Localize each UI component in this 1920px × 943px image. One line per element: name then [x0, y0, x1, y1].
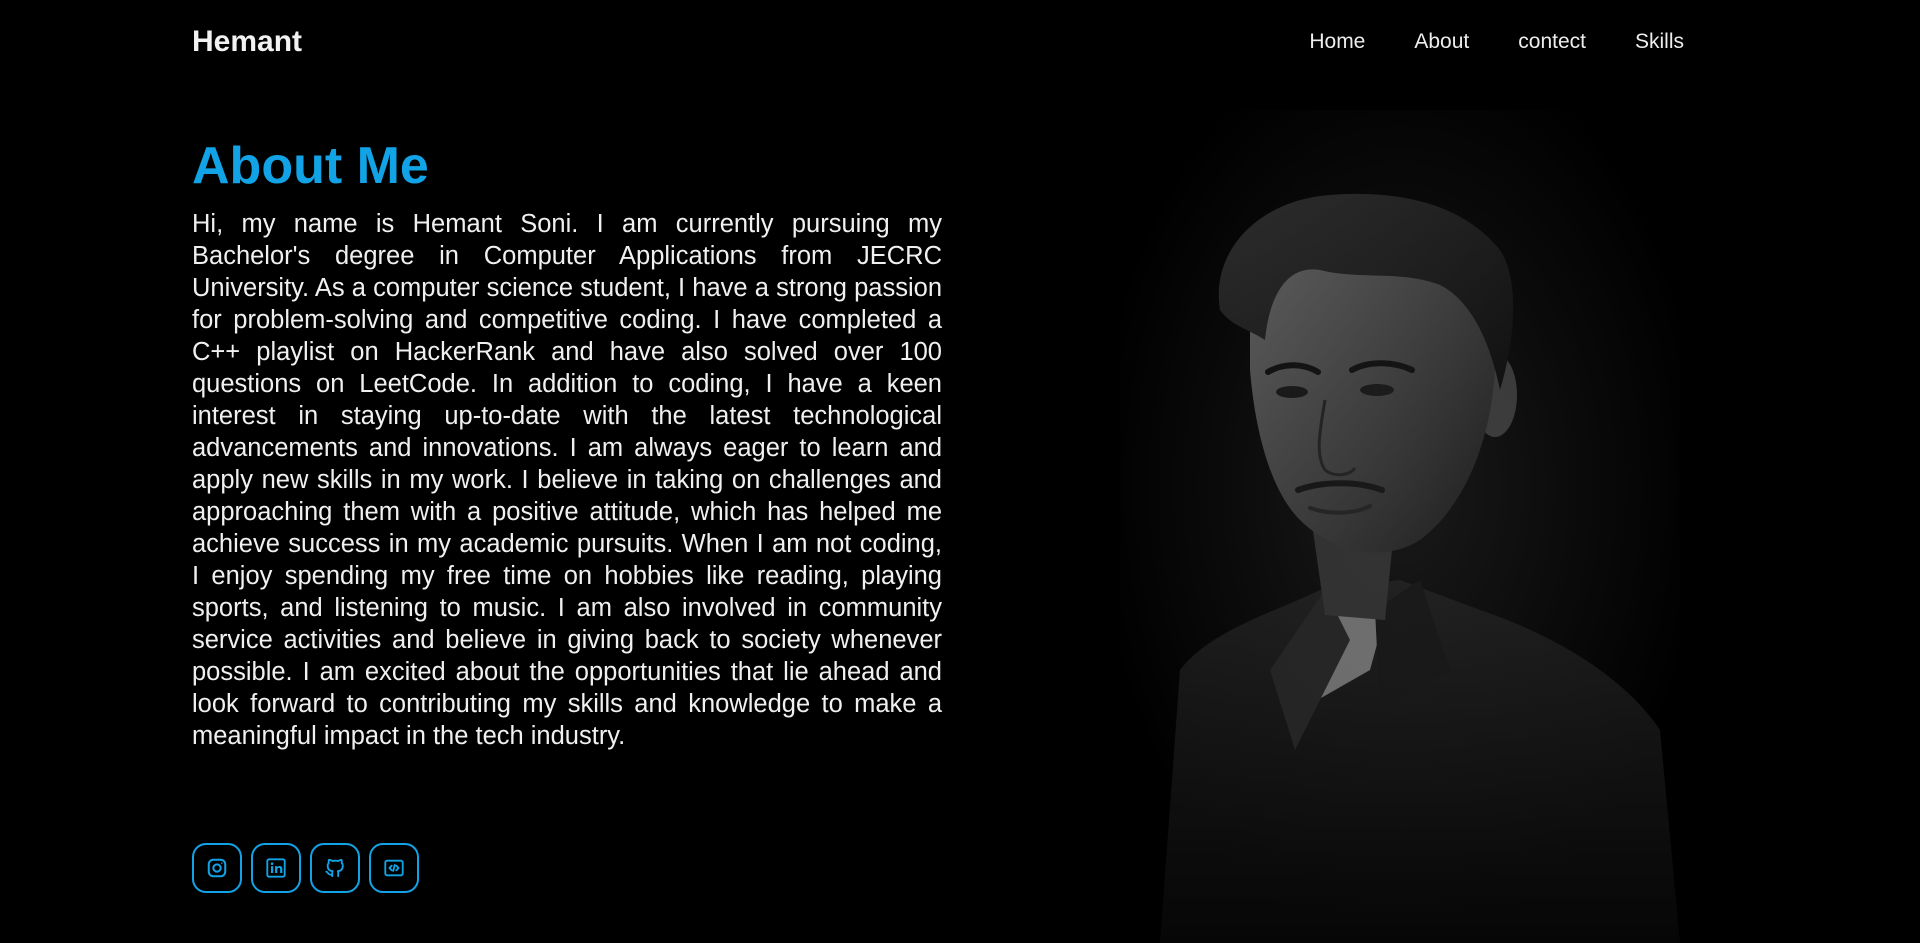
github-icon — [324, 857, 346, 879]
brand-logo[interactable]: Hemant — [192, 24, 302, 60]
about-text: Hi, my name is Hemant Soni. I am current… — [192, 210, 942, 750]
nav-link-about[interactable]: About — [1414, 28, 1469, 56]
profile-photo — [1120, 110, 1680, 943]
code-icon — [383, 857, 405, 879]
nav-link-contact[interactable]: contect — [1518, 28, 1586, 56]
nav-link-skills[interactable]: Skills — [1635, 28, 1684, 56]
nav-links: Home About contect Skills — [1260, 28, 1684, 56]
linkedin-icon — [265, 857, 287, 879]
linkedin-button[interactable] — [251, 843, 301, 893]
about-title: About Me — [192, 137, 429, 195]
about-section: About Me Hi, my name is Hemant Soni. I a… — [192, 130, 942, 752]
social-links — [192, 843, 419, 893]
nav-link-home[interactable]: Home — [1309, 28, 1365, 56]
instagram-button[interactable] — [192, 843, 242, 893]
code-button[interactable] — [369, 843, 419, 893]
navbar: Hemant Home About contect Skills — [0, 0, 1920, 84]
page: Hemant Home About contect Skills About M… — [0, 0, 1920, 943]
github-button[interactable] — [310, 843, 360, 893]
instagram-icon — [206, 857, 228, 879]
